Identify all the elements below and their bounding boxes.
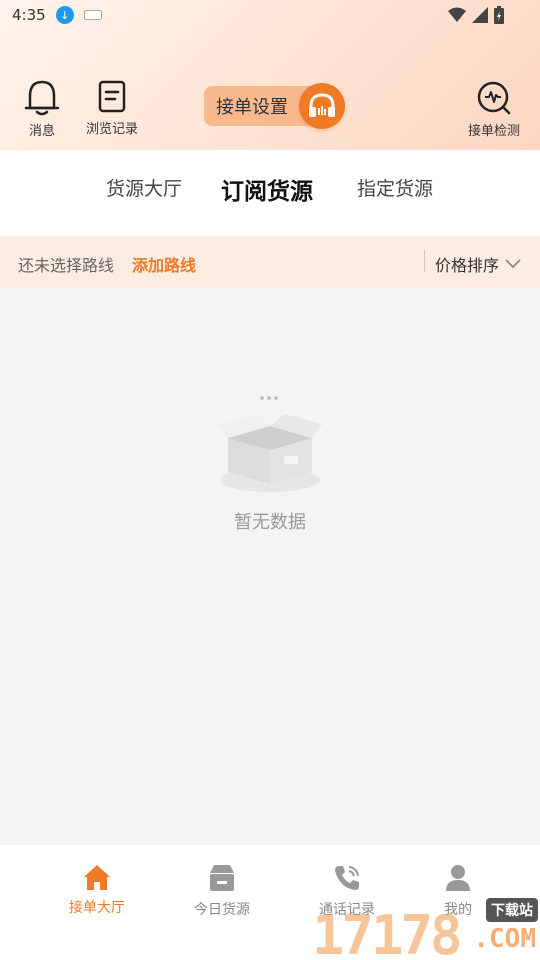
nav-today-cargo[interactable]: 今日货源 [162,863,282,919]
nav-mine[interactable]: 我的 [398,863,518,919]
tab-cargo-hall[interactable]: 货源大厅 [106,174,182,201]
header: 4:35 ↓ 消息 浏览记录 接单设置 接单检测 [0,0,540,150]
empty-state-text: 暂无数据 [234,512,306,533]
price-sort-dropdown[interactable]: 价格排序 [435,252,521,276]
home-icon [84,865,110,890]
status-right [448,6,504,24]
tab-assigned-cargo[interactable]: 指定货源 [357,174,433,201]
nav-label: 我的 [444,902,472,918]
status-time: 4:35 [12,6,46,24]
source-tabs: 货源大厅 订阅货源 指定货源 [0,150,540,236]
nav-label: 接单大厅 [69,900,125,916]
nav-label: 今日货源 [194,902,250,918]
message-label: 消息 [28,124,55,139]
empty-box-icon [214,388,326,500]
box-icon [210,865,234,891]
download-icon: ↓ [55,6,74,24]
order-check-label: 接单检测 [468,124,521,139]
chevron-down-icon [505,259,521,269]
status-bar: 4:35 ↓ [0,0,540,30]
document-icon [98,80,126,113]
no-route-text: 还未选择路线 [18,256,115,275]
route-bar: 还未选择路线 添加路线 价格排序 [0,236,540,288]
wifi-icon [448,7,466,22]
nav-label: 通话记录 [319,902,375,918]
phone-icon [335,866,359,890]
history-button[interactable]: 浏览记录 [86,80,138,137]
order-settings-label: 接单设置 [216,97,288,118]
history-label: 浏览记录 [86,122,139,137]
price-sort-label: 价格排序 [435,256,500,275]
nav-order-hall[interactable]: 接单大厅 [37,863,157,917]
add-route-link[interactable]: 添加路线 [132,252,196,276]
user-icon [446,865,470,891]
headset-icon[interactable] [299,83,345,129]
order-check-button[interactable]: 接单检测 [468,80,520,139]
battery-icon [494,6,504,24]
monitor-search-icon [477,81,511,115]
app-notification-icon [83,10,102,20]
bell-icon [24,80,60,116]
message-button[interactable]: 消息 [22,78,62,139]
bottom-nav: 接单大厅 今日货源 通话记录 我的 [0,845,540,960]
nav-call-log[interactable]: 通话记录 [287,863,407,919]
divider [424,250,425,272]
tab-subscribed-cargo[interactable]: 订阅货源 [221,172,313,206]
signal-icon [472,7,488,23]
